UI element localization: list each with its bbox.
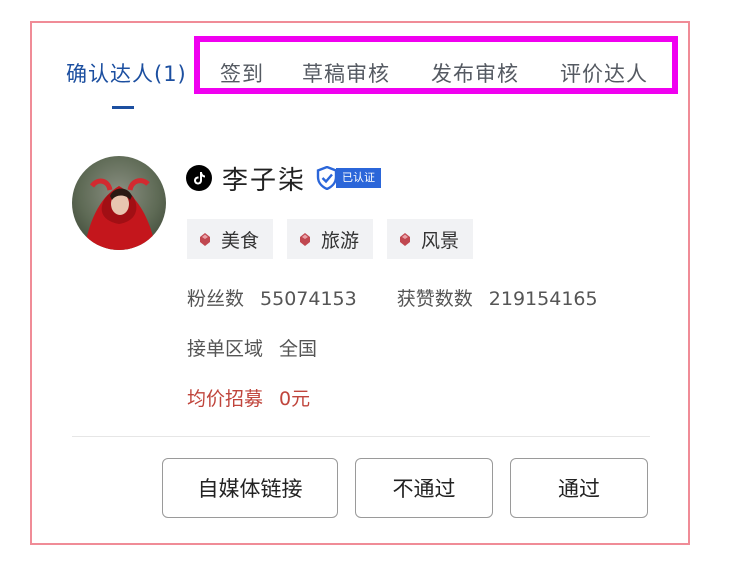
region-value: 全国 — [279, 338, 318, 360]
region-line: 接单区域 全国 — [187, 334, 317, 361]
stats-line: 粉丝数 55074153 获赞数数 219154165 — [187, 284, 598, 311]
tag-label: 风景 — [421, 229, 460, 252]
price-line: 均价招募 0元 — [187, 384, 310, 411]
tag-food: 美食 — [187, 219, 274, 259]
avatar[interactable] — [72, 156, 166, 250]
price-value: 0元 — [279, 388, 311, 410]
tab-confirm-creator[interactable]: 确认达人(1) — [66, 58, 187, 88]
reject-button[interactable]: 不通过 — [355, 458, 493, 518]
followers-label: 粉丝数 — [187, 288, 245, 310]
gem-icon — [200, 233, 210, 246]
region-label: 接单区域 — [187, 338, 264, 360]
active-tab-indicator — [112, 106, 134, 109]
tab-bar: 确认达人(1) 签到 草稿审核 发布审核 评价达人 — [44, 36, 678, 120]
creator-name-row: 李子柒 已认证 — [186, 160, 382, 197]
creator-card-panel: 确认达人(1) 签到 草稿审核 发布审核 评价达人 李子柒 已认证 美食 旅游 … — [44, 36, 678, 536]
gem-icon — [400, 233, 411, 246]
approve-button[interactable]: 通过 — [510, 458, 648, 518]
followers-value: 55074153 — [260, 288, 357, 310]
tiktok-icon — [186, 165, 212, 191]
tag-scenery: 风景 — [387, 219, 474, 259]
tag-label: 旅游 — [321, 229, 360, 252]
verified-label: 已认证 — [336, 168, 382, 188]
verified-badge: 已认证 — [316, 166, 382, 190]
tag-travel: 旅游 — [287, 219, 374, 259]
likes-value: 219154165 — [488, 288, 598, 310]
gem-icon — [300, 233, 311, 246]
likes-label: 获赞数数 — [396, 288, 473, 310]
divider — [72, 436, 650, 437]
tag-label: 美食 — [221, 229, 260, 252]
media-link-button[interactable]: 自媒体链接 — [162, 458, 338, 518]
creator-name[interactable]: 李子柒 — [222, 160, 306, 197]
creator-tags: 美食 旅游 风景 — [187, 219, 474, 259]
highlight-annotation-box — [194, 36, 678, 94]
shield-check-icon — [316, 166, 338, 190]
price-label: 均价招募 — [187, 388, 264, 410]
